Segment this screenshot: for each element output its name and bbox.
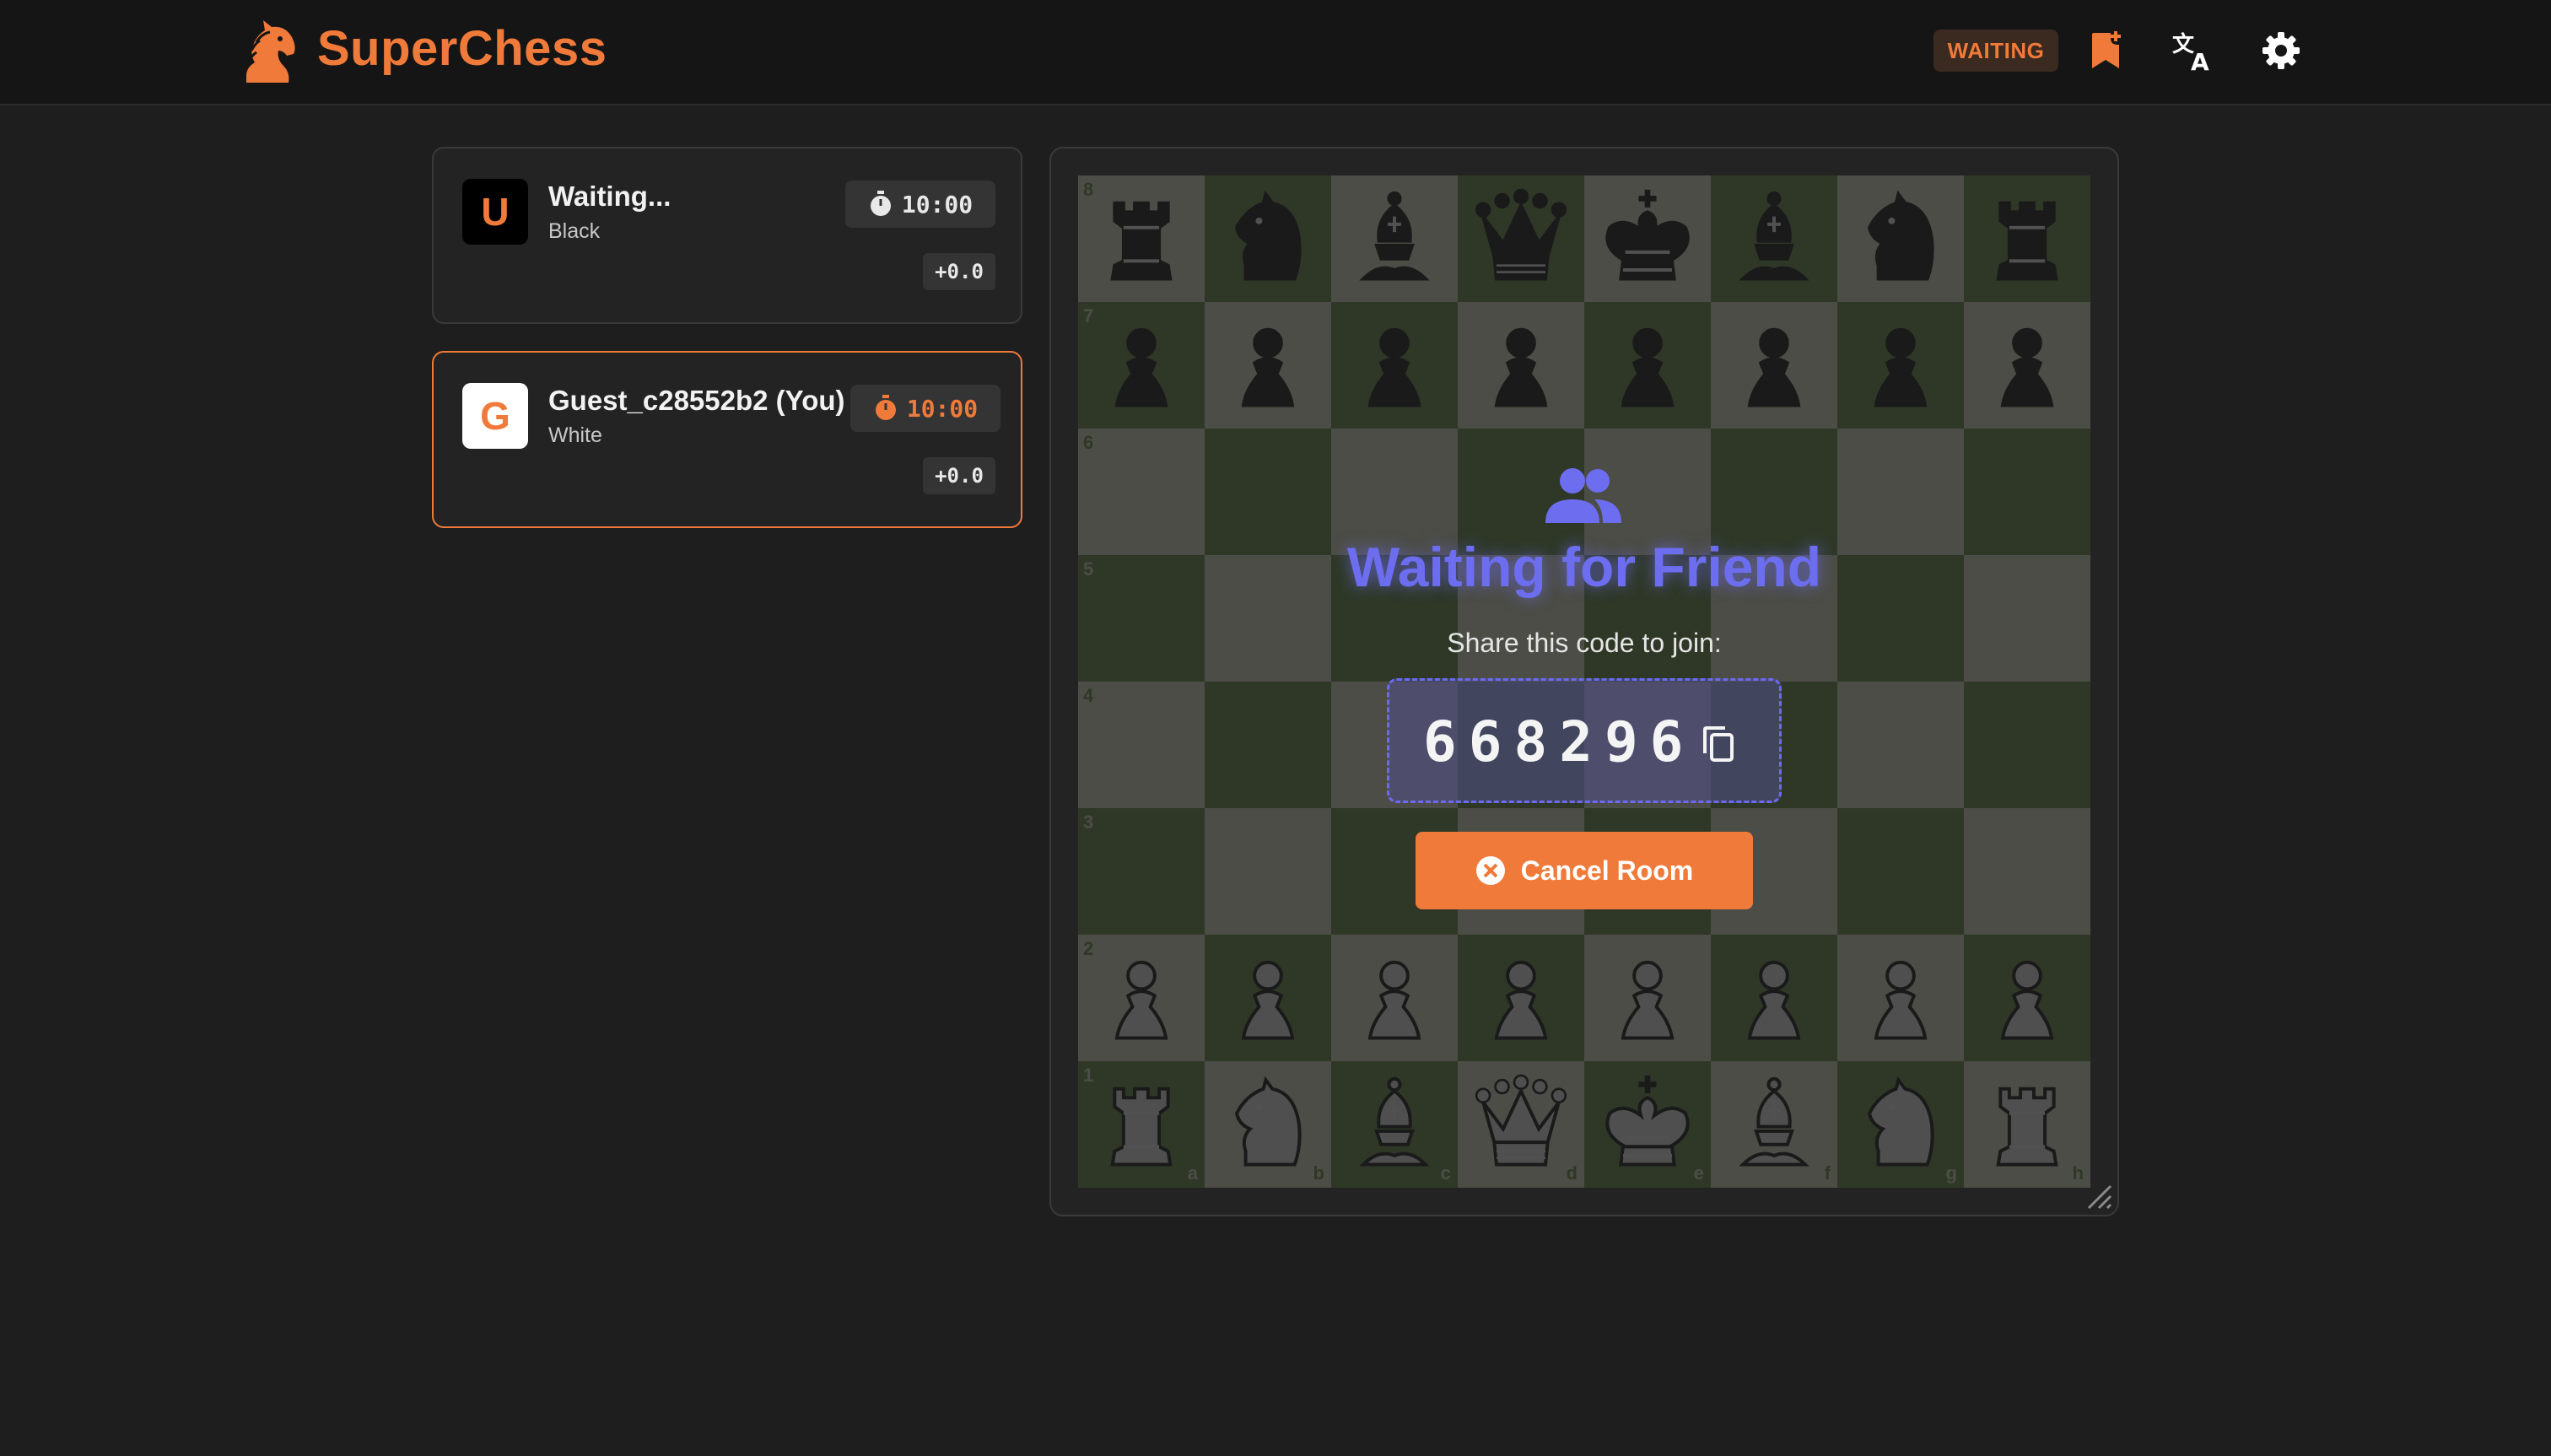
add-bookmark-button[interactable] [2080,25,2131,76]
eval-badge: +0.0 [923,457,995,494]
avatar: G [462,383,528,449]
settings-button[interactable] [2256,25,2306,76]
clock-time: 10:00 [906,394,979,423]
player-clock: 10:00 [845,181,995,228]
room-code-box[interactable]: 668296 [1387,678,1782,803]
player-name: Waiting... [548,181,671,212]
language-button[interactable]: 文 A [2168,25,2219,76]
cancel-room-button[interactable]: Cancel Room [1416,832,1753,909]
translate-icon: 文 A [2172,31,2209,72]
player-color: White [548,423,602,447]
opponent-player-card: U Waiting... Black 10:00 +0.0 [432,147,1022,324]
friends-icon [1545,468,1621,523]
top-navbar: SuperChess WAITING 文 A [0,0,2551,105]
eval-badge: +0.0 [923,253,995,290]
gear-icon [2262,32,2300,69]
resize-handle-icon[interactable] [2084,1181,2112,1210]
status-badge: WAITING [1933,30,2058,72]
stopwatch-icon [870,191,891,216]
knight-logo-icon [246,20,295,83]
waiting-title: Waiting for Friend [1346,536,1822,598]
room-code: 668296 [1423,709,1696,774]
bookmark-add-icon [2092,31,2121,68]
stopwatch-icon [875,395,896,420]
copy-icon[interactable] [1700,725,1737,765]
your-player-card: G Guest_c28552b2 (You) White 10:00 +0.0 [432,351,1022,528]
app-title[interactable]: SuperChess [317,20,607,77]
svg-text:A: A [2191,48,2209,72]
avatar: U [462,179,528,245]
player-name: Guest_c28552b2 (You) [548,385,845,416]
cancel-room-label: Cancel Room [1520,855,1694,886]
clock-time: 10:00 [901,190,973,218]
player-color: Black [548,219,601,243]
share-code-label: Share this code to join: [1447,628,1722,658]
player-clock: 10:00 [850,385,1000,432]
close-circle-icon [1475,856,1505,885]
